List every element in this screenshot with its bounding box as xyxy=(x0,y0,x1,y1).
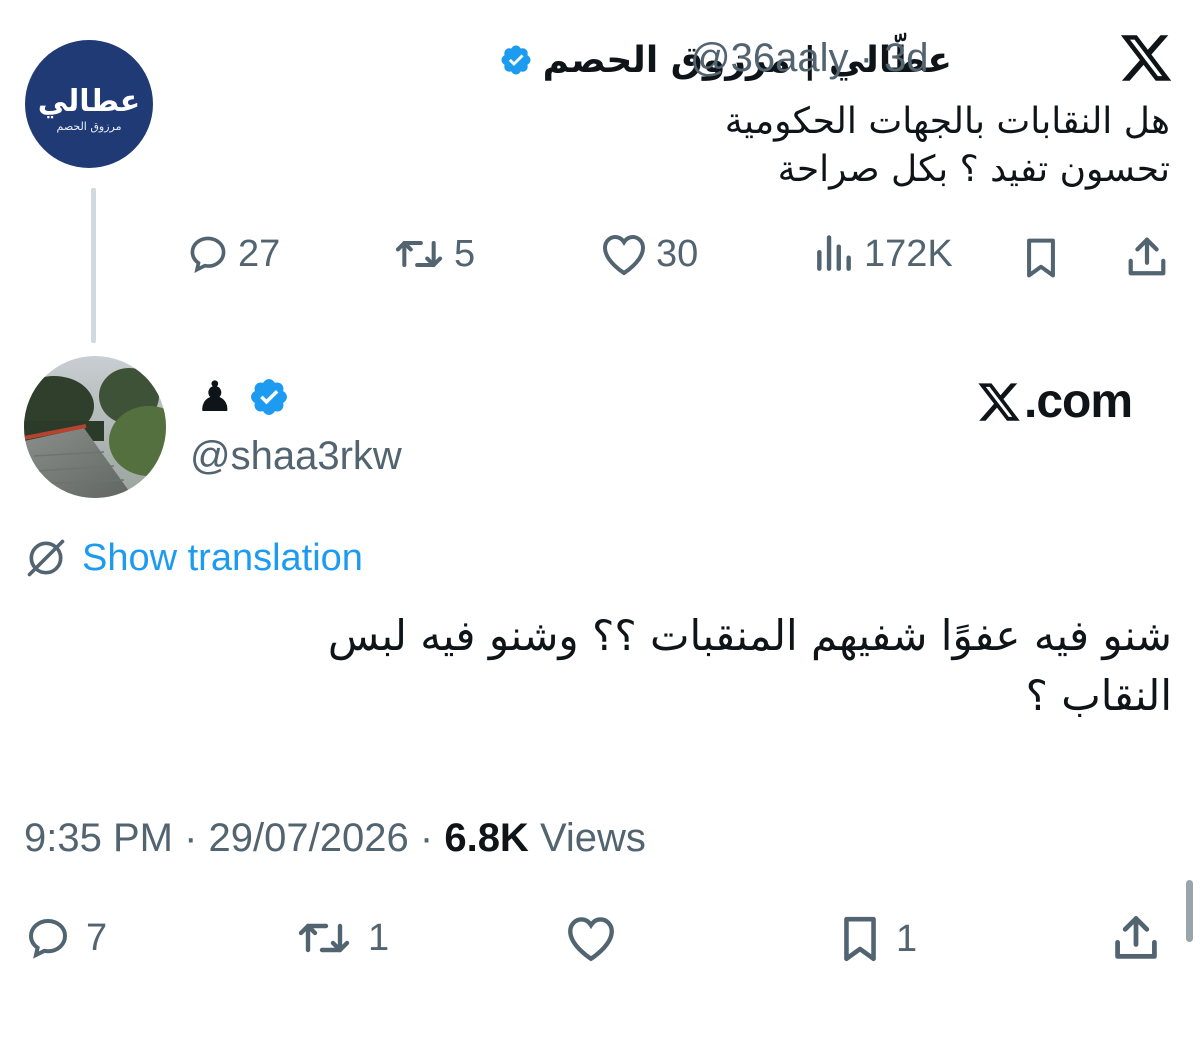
share-icon[interactable] xyxy=(1124,234,1170,280)
avatar-logo-text: عطالي xyxy=(37,84,142,119)
meta-separator: · xyxy=(419,816,434,860)
meta-separator: · xyxy=(859,36,873,80)
reply-icon xyxy=(24,914,72,962)
reply-button[interactable]: 7 xyxy=(24,914,107,962)
parent-author-handle[interactable]: @36aaly · 3d xyxy=(690,36,929,81)
show-translation-label[interactable]: Show translation xyxy=(82,537,363,580)
reply-count: 7 xyxy=(86,916,108,959)
reply-author-name[interactable]: ♟ xyxy=(196,372,234,422)
share-icon[interactable] xyxy=(1110,912,1162,964)
retweet-count: 5 xyxy=(454,232,476,275)
tweet-date[interactable]: 29/07/2026 xyxy=(209,816,409,860)
avatar-logo-subtext: مرزوق الحصم xyxy=(56,120,122,133)
parent-like-button[interactable]: 30 xyxy=(600,232,698,276)
x-com-brand: .com xyxy=(976,374,1133,429)
heart-icon xyxy=(564,914,618,962)
tweet-text-line: شنو فيه عفوًا شفيهم المنقبات ؟؟ وشنو فيه… xyxy=(327,611,1172,660)
verified-badge-icon xyxy=(499,43,533,77)
avatar-reply-author[interactable] xyxy=(24,356,166,498)
tweet-meta-row: 9:35 PM · 29/07/2026 · 6.8K Views xyxy=(24,816,646,861)
x-logo-icon xyxy=(1118,30,1174,86)
thread-connector-line xyxy=(91,188,96,343)
translate-icon xyxy=(24,536,68,580)
retweet-icon xyxy=(392,232,446,276)
reply-author-handle[interactable]: @shaa3rkw xyxy=(190,434,402,479)
brand-domain-text: .com xyxy=(1024,375,1133,428)
like-button[interactable] xyxy=(564,914,618,962)
retweet-button[interactable]: 1 xyxy=(294,914,389,962)
views-label: Views xyxy=(539,816,646,860)
tweet-text-line: تحسون تفيد ؟ بكل صراحة xyxy=(777,149,1170,190)
like-count: 30 xyxy=(656,232,699,275)
meta-separator: · xyxy=(184,816,198,860)
retweet-icon xyxy=(294,914,354,962)
reply-author-name-row[interactable]: ♟ xyxy=(196,372,290,422)
views-chart-icon xyxy=(812,232,856,276)
bookmark-count: 1 xyxy=(896,917,918,960)
bookmark-icon xyxy=(838,914,882,964)
x-logo-icon xyxy=(976,379,1022,425)
retweet-count: 1 xyxy=(368,916,390,959)
reply-count: 27 xyxy=(238,232,281,275)
verified-badge-icon xyxy=(248,376,290,418)
parent-tweet-text: هل النقابات بالجهات الحكومية تحسون تفيد … xyxy=(470,98,1170,194)
avatar-parent-author[interactable]: عطالي مرزوق الحصم xyxy=(25,40,153,168)
reply-tweet-text: شنو فيه عفوًا شفيهم المنقبات ؟؟ وشنو فيه… xyxy=(172,606,1172,726)
show-translation-button[interactable]: Show translation xyxy=(24,536,363,580)
reply-icon xyxy=(186,232,230,276)
tweet-text-line: هل النقابات بالجهات الحكومية xyxy=(724,101,1170,142)
views-count: 6.8K xyxy=(444,816,529,860)
tweet-time[interactable]: 9:35 PM xyxy=(24,816,173,860)
parent-views-button[interactable]: 172K xyxy=(812,232,953,276)
parent-retweet-button[interactable]: 5 xyxy=(392,232,475,276)
time-ago[interactable]: 3d xyxy=(884,36,929,80)
bookmark-button[interactable]: 1 xyxy=(838,914,917,964)
parent-reply-button[interactable]: 27 xyxy=(186,232,280,276)
bookmark-icon[interactable] xyxy=(1020,236,1062,280)
tweet-text-line: النقاب ؟ xyxy=(1025,671,1172,720)
scrollbar-thumb[interactable] xyxy=(1186,880,1193,942)
views-count: 172K xyxy=(864,232,953,275)
heart-icon xyxy=(600,232,648,276)
